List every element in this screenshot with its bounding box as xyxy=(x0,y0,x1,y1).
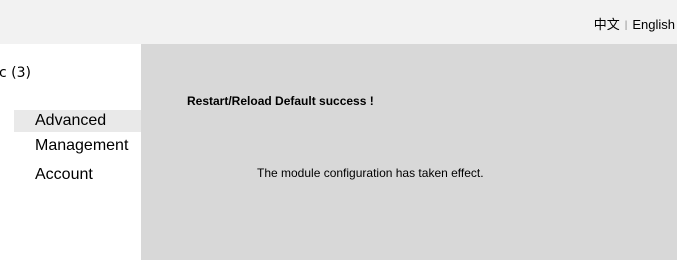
sidebar-item-account[interactable]: Account xyxy=(14,164,141,186)
lang-chinese-link[interactable]: 中文 xyxy=(594,17,620,32)
language-switcher: 中文 | English xyxy=(594,14,675,33)
top-bar: 中文 | English xyxy=(0,0,677,44)
sidebar-item-advanced[interactable]: Advanced xyxy=(14,110,141,132)
status-message: The module configuration has taken effec… xyxy=(257,166,484,180)
lang-english-link[interactable]: English xyxy=(632,17,675,32)
lang-separator: | xyxy=(624,20,628,31)
sidebar-section-header[interactable]: c (3) xyxy=(0,65,31,81)
main-content: Restart/Reload Default success ! The mod… xyxy=(141,44,677,260)
status-title: Restart/Reload Default success ! xyxy=(187,94,374,108)
sidebar-item-management[interactable]: Management xyxy=(14,135,141,157)
sidebar: c (3) Advanced Management Account xyxy=(0,44,141,260)
